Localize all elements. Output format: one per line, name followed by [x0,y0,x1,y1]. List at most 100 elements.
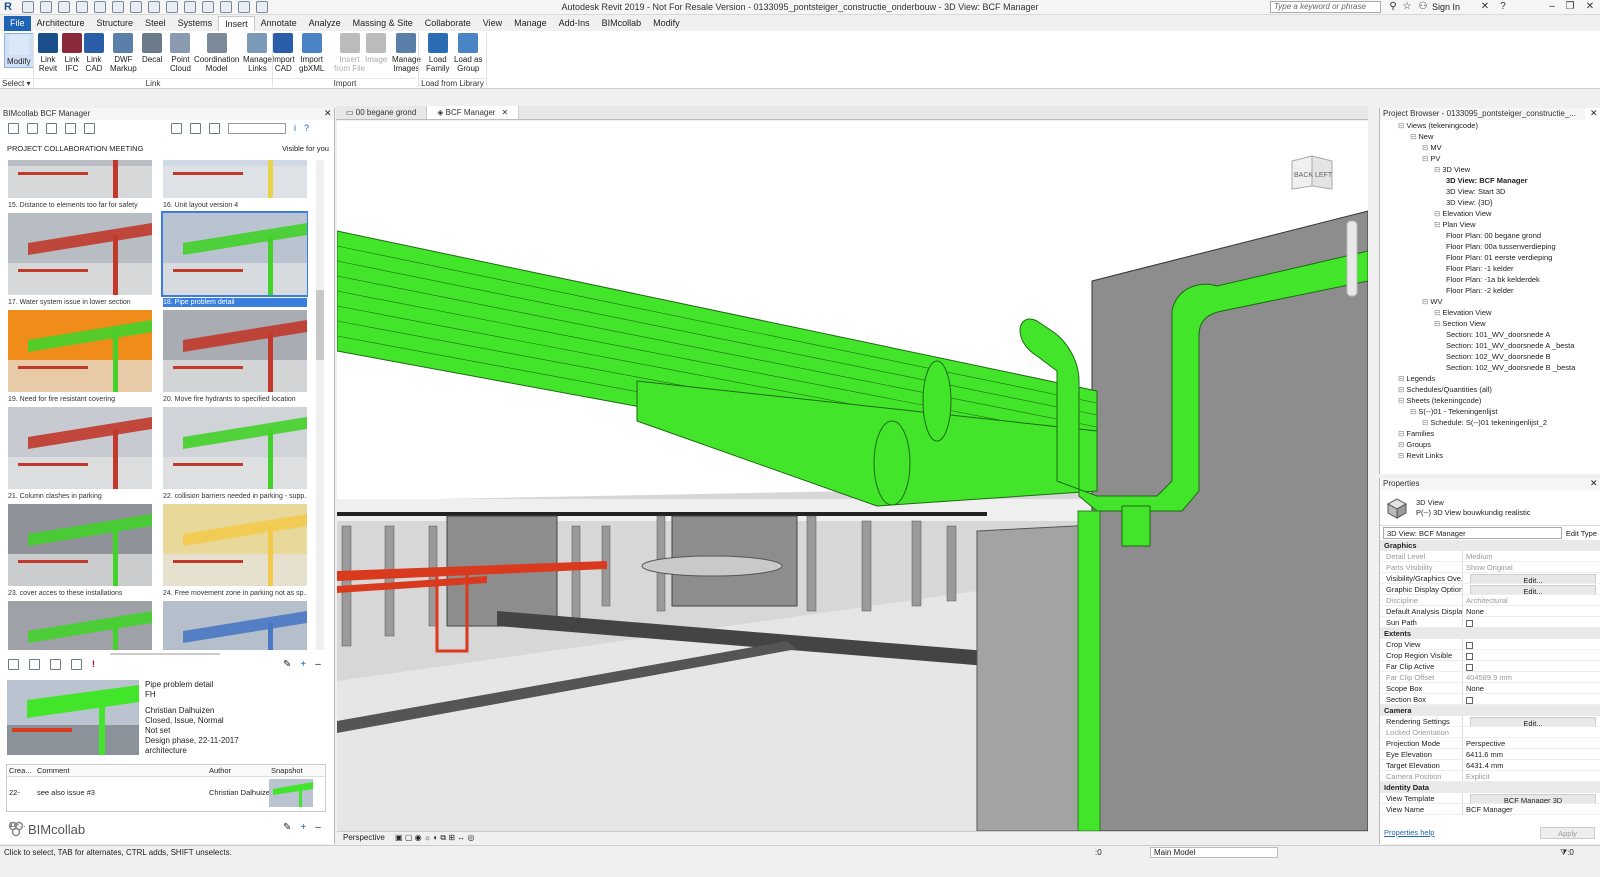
tab-analyze[interactable]: Analyze [303,16,347,31]
property-value[interactable]: None [1462,683,1600,693]
property-row[interactable]: Section Box [1380,694,1600,705]
property-row[interactable]: View Name BCF Manager [1380,804,1600,815]
tab-manage[interactable]: Manage [508,16,553,31]
property-checkbox[interactable] [1462,639,1600,649]
property-group[interactable]: Identity Data [1380,782,1600,793]
tree-item[interactable]: Floor Plan: 00a tussenverdieping [1380,241,1600,252]
level-icon[interactable] [29,659,40,670]
property-value[interactable]: None [1462,606,1600,616]
properties-help-link[interactable]: Properties help [1384,828,1434,837]
property-row[interactable]: Locked Orientation [1380,727,1600,738]
ribbon-button-decal[interactable]: Decal [142,33,162,64]
issue-title[interactable]: Pipe problem detail [145,680,239,690]
property-row[interactable]: Eye Elevation 6411.6 mm [1380,749,1600,760]
tree-item[interactable]: ⊟ Plan View [1380,219,1600,230]
help-icon[interactable]: ? [1496,1,1510,13]
issue-status[interactable]: Closed, Issue, Normal [145,716,239,726]
property-row[interactable]: Detail Level Medium [1380,551,1600,562]
tree-item[interactable]: Floor Plan: -1a bk kelderdek [1380,274,1600,285]
apply-button[interactable]: Apply [1540,827,1595,839]
issue-thumbnail[interactable]: 18. Pipe problem detail [161,211,308,307]
ribbon-button-import-cad[interactable]: Import CAD [272,33,295,73]
tree-item[interactable]: ⊟ Views (tekeningcode) [1380,120,1600,131]
property-row[interactable]: Discipline Architectural [1380,595,1600,606]
issue-thumbnail[interactable]: 24. Free movement zone in parking not as… [163,504,307,598]
settings-icon[interactable] [209,122,220,134]
property-value[interactable] [1462,727,1600,737]
property-row[interactable]: Far Clip Offset 404589.9 mm [1380,672,1600,683]
column-header[interactable]: Snapshot [269,765,319,776]
close-icon[interactable]: ✕ [1590,108,1598,119]
tree-item[interactable]: ⊟ Section View [1380,318,1600,329]
exchange-icon[interactable]: ✕ [1478,1,1492,13]
property-row[interactable]: Crop Region Visible [1380,650,1600,661]
tree-item[interactable]: Floor Plan: 00 begane grond [1380,230,1600,241]
maximize-button[interactable]: ❐ [1563,1,1577,13]
tree-item[interactable]: Floor Plan: -2 kelder [1380,285,1600,296]
ribbon-button-point-cloud[interactable]: Point Cloud [170,33,191,73]
tab-modify[interactable]: Modify [647,16,686,31]
tree-item[interactable]: ⊟ S(--)01 - Tekeningenlijst [1380,406,1600,417]
viewcube[interactable]: BACK LEFT [1291,155,1333,190]
table-row[interactable]: 22-11-... see also issue #3 Christian Da… [7,777,325,829]
user-icon[interactable]: ⚇ [1416,1,1430,13]
tree-item[interactable]: Section: 102_WV_doorsnede B [1380,351,1600,362]
ribbon-button-manage-links[interactable]: Manage Links [243,33,272,73]
visual-style-icon[interactable]: ▣ ▢ ◉ ☼ ◐ ⧉ ⊞ ↔ ◎ [395,833,474,842]
property-row[interactable]: View Template BCF Manager 3D [1380,793,1600,804]
tree-item[interactable]: Floor Plan: 01 eerste verdieping [1380,252,1600,263]
sign-in-link[interactable]: Sign In [1432,2,1460,12]
property-checkbox[interactable] [1462,661,1600,671]
ribbon-button-dwf-markup[interactable]: DWF Markup [110,33,137,73]
tree-item[interactable]: ⊟ WV [1380,296,1600,307]
tab-systems[interactable]: Systems [172,16,219,31]
selected-issue-snapshot[interactable] [7,680,139,755]
tree-item[interactable]: ⊟ Revit Links [1380,450,1600,461]
ribbon-button-link-ifc[interactable]: Link IFC [62,33,82,73]
tree-item[interactable]: ⊟ Schedules/Quantities (all) [1380,384,1600,395]
tree-item[interactable]: ⊟ Sheets (tekeningcode) [1380,395,1600,406]
splitter-handle[interactable] [110,653,220,655]
crop-icon[interactable] [50,659,61,670]
binoculars-icon[interactable]: ⚲ [1386,1,1400,13]
property-group[interactable]: Extents [1380,628,1600,639]
tree-item[interactable]: ⊟ Elevation View [1380,307,1600,318]
issue-thumbnail[interactable]: 16. Unit layout version 4 [163,160,307,210]
close-tab-icon[interactable]: ✕ [501,108,508,117]
tree-item[interactable]: 3D View: {3D} [1380,197,1600,208]
property-value[interactable]: BCF Manager 3D [1462,793,1600,803]
tab-add-ins[interactable]: Add-Ins [553,16,596,31]
property-value[interactable]: Perspective [1462,738,1600,748]
open-folder-icon[interactable] [27,122,38,134]
property-value[interactable]: 404589.9 mm [1462,672,1600,682]
tree-item[interactable]: 3D View: Start 3D [1380,186,1600,197]
tree-item[interactable]: Section: 101_WV_doorsnede A [1380,329,1600,340]
tab-massing-site[interactable]: Massing & Site [347,16,419,31]
ribbon-button-load-family[interactable]: Load Family [426,33,450,73]
property-row[interactable]: Camera Position Explicit [1380,771,1600,782]
select-group-label[interactable]: Select ▾ [2,78,32,88]
tree-item[interactable]: ⊟ Elevation View [1380,208,1600,219]
tree-item[interactable]: ⊟ MV [1380,142,1600,153]
issue-thumbnail[interactable]: 19. Need for fire resistant covering [8,310,152,404]
issue-thumbnail[interactable]: 21. Column clashes in parking [8,407,152,501]
grid-view-icon[interactable] [171,122,182,134]
property-value[interactable]: Edit... [1462,573,1600,583]
issue-thumbnail[interactable]: 22. collision barriers needed in parking… [163,407,307,501]
close-icon[interactable]: ✕ [324,108,332,119]
tree-item[interactable]: Floor Plan: -1 kelder [1380,263,1600,274]
property-row[interactable]: Sun Path [1380,617,1600,628]
issue-thumbnail[interactable]: 23. cover acces to these installations [8,504,152,598]
refresh-icon[interactable] [84,122,95,134]
property-row[interactable]: Crop View [1380,639,1600,650]
property-value[interactable]: Edit... [1462,716,1600,726]
property-value[interactable]: Medium [1462,551,1600,561]
property-checkbox[interactable] [1462,650,1600,660]
tree-item[interactable]: ⊟ Families [1380,428,1600,439]
save-icon[interactable] [46,122,57,134]
tab-bimcollab[interactable]: BIMcollab [596,16,648,31]
filter-icon[interactable] [190,122,201,134]
minimize-button[interactable]: – [1545,1,1559,13]
tree-item[interactable]: 3D View: BCF Manager [1380,175,1600,186]
3d-viewport[interactable]: BACK LEFT [337,121,1368,831]
